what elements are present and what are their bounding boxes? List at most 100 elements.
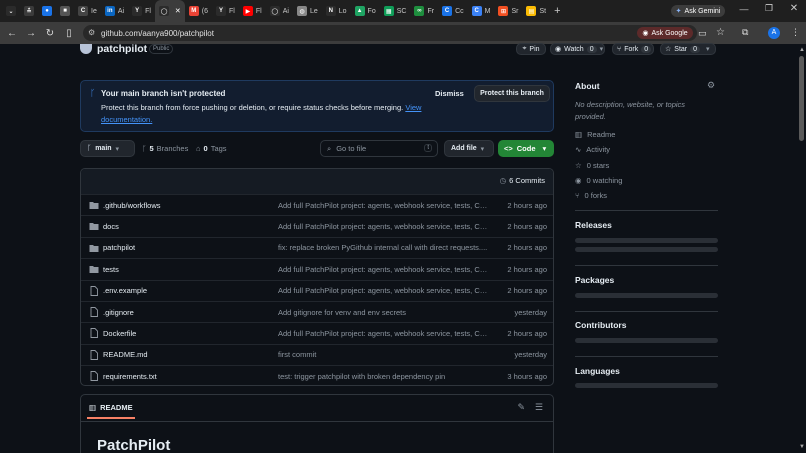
protect-branch-button[interactable]: Protect this branch xyxy=(474,85,550,102)
cast-icon[interactable]: ▭ xyxy=(698,28,707,39)
forks-link[interactable]: ⑂ 0 forks xyxy=(575,191,607,200)
stars-link[interactable]: ☆ 0 stars xyxy=(575,161,609,170)
browser-tab[interactable]: ◯ Ai xyxy=(266,0,293,22)
browser-tab[interactable]: Y Fl xyxy=(128,0,155,22)
browser-tab[interactable]: C Ie xyxy=(74,0,101,22)
file-name-link[interactable]: .env.example xyxy=(103,286,147,295)
browser-tab[interactable]: N Lo xyxy=(322,0,351,22)
browser-tab[interactable]: M (6 xyxy=(185,0,212,22)
browser-tab[interactable]: Y Fl xyxy=(212,0,239,22)
scroll-down-icon[interactable]: ▼ xyxy=(799,444,805,450)
scroll-up-icon[interactable]: ▲ xyxy=(799,47,805,53)
commits-link[interactable]: ◷ 6 Commits xyxy=(500,176,545,185)
readme-tab[interactable]: ▥ README xyxy=(89,403,133,412)
code-button[interactable]: <> Code ▾ xyxy=(498,140,554,157)
new-tab-button[interactable]: + xyxy=(550,0,564,22)
commit-message-link[interactable]: Add full PatchPilot project: agents, web… xyxy=(278,286,488,295)
readme-link[interactable]: ▥ Readme xyxy=(575,130,615,139)
page-scrollbar[interactable]: ▲ ▼ xyxy=(797,44,806,453)
browser-tab[interactable]: in Ai xyxy=(101,0,128,22)
file-name-link[interactable]: tests xyxy=(103,265,119,274)
table-row[interactable]: docs Add full PatchPilot project: agents,… xyxy=(81,215,553,236)
reload-icon[interactable]: ↻ xyxy=(42,25,58,41)
ask-gemini-button[interactable]: ✦ Ask Gemini xyxy=(671,5,725,17)
readme-heading: PatchPilot xyxy=(97,437,171,453)
browser-tab[interactable]: ◍ Le xyxy=(293,0,322,22)
browser-tab[interactable]: ● xyxy=(38,0,56,22)
forward-icon[interactable]: → xyxy=(23,25,39,41)
chevron-down-icon: ▾ xyxy=(115,145,120,153)
site-info-icon[interactable]: ⚙ xyxy=(88,28,95,37)
table-row[interactable]: Dockerfile Add full PatchPilot project: a… xyxy=(81,322,553,343)
commit-message-link[interactable]: fix: replace broken PyGithub internal ca… xyxy=(278,243,488,252)
dismiss-button[interactable]: Dismiss xyxy=(435,89,464,98)
address-bar[interactable]: ⚙ github.com/aanya900/patchpilot xyxy=(83,25,697,41)
file-name-link[interactable]: requirements.txt xyxy=(103,372,157,381)
releases-heading[interactable]: Releases xyxy=(575,220,612,230)
star-button[interactable]: ☆ Star 0 ▾ xyxy=(660,43,716,55)
file-name-link[interactable]: patchpilot xyxy=(103,243,135,252)
browser-tab[interactable]: ▤ St xyxy=(522,0,550,22)
browser-tab[interactable]: ⌄ xyxy=(2,0,20,22)
commit-message-link[interactable]: first commit xyxy=(278,350,488,359)
back-icon[interactable]: ← xyxy=(4,25,20,41)
close-tab-icon[interactable]: ✕ xyxy=(175,7,181,15)
commit-message-link[interactable]: Add full PatchPilot project: agents, web… xyxy=(278,329,488,338)
commit-message-link[interactable]: test: trigger patchpilot with broken dep… xyxy=(278,372,488,381)
browser-menu-icon[interactable]: ⋮ xyxy=(791,27,800,38)
watch-button[interactable]: ◉ Watch 0 ▾ xyxy=(550,43,605,55)
ask-google-button[interactable]: ◉ Ask Google xyxy=(637,27,693,39)
restore-icon[interactable]: ❐ xyxy=(762,3,776,17)
app-icon: ■ xyxy=(60,6,70,16)
branches-link[interactable]: ᚴ 5 Branches xyxy=(142,144,188,153)
file-name-link[interactable]: README.md xyxy=(103,350,148,359)
minimize-icon[interactable]: — xyxy=(737,4,751,18)
packages-heading[interactable]: Packages xyxy=(575,275,614,285)
repo-owner-avatar[interactable] xyxy=(80,44,92,54)
outline-list-icon[interactable]: ☰ xyxy=(535,402,543,413)
activity-link[interactable]: ∿ Activity xyxy=(575,145,610,154)
extensions-icon[interactable]: ⧉ xyxy=(742,27,748,38)
commit-message-link[interactable]: Add full PatchPilot project: agents, web… xyxy=(278,265,488,274)
browser-tab[interactable]: ▲ Fo xyxy=(351,0,380,22)
profile-avatar[interactable]: A xyxy=(768,27,780,39)
add-file-button[interactable]: Add file ▾ xyxy=(444,140,494,157)
contributors-heading[interactable]: Contributors xyxy=(575,320,626,330)
tags-link[interactable]: ⌂ 0 Tags xyxy=(196,144,227,153)
pin-button[interactable]: ⌖ Pin xyxy=(516,43,546,55)
table-row[interactable]: .github/workflows Add full PatchPilot pro… xyxy=(81,194,553,215)
file-name-link[interactable]: .gitignore xyxy=(103,308,134,317)
table-row[interactable]: patchpilot fix: replace broken PyGithub i… xyxy=(81,236,553,258)
browser-tab[interactable]: ∞ Fr xyxy=(410,0,438,22)
browser-tab[interactable]: CM xyxy=(468,0,495,22)
file-name-link[interactable]: docs xyxy=(103,222,119,231)
file-name-link[interactable]: Dockerfile xyxy=(103,329,136,338)
table-row[interactable]: README.md first commit yesterday xyxy=(81,343,553,365)
go-to-file-input[interactable]: ⌕ Go to file t xyxy=(320,140,438,157)
table-row[interactable]: .gitignore Add gitignore for venv and env… xyxy=(81,301,553,322)
browser-tab[interactable]: ≛ xyxy=(20,0,38,22)
browser-tab[interactable]: ◯ ✕ xyxy=(154,0,185,22)
branch-selector[interactable]: ᚴ main ▾ xyxy=(80,140,135,157)
table-row[interactable]: .env.example Add full PatchPilot project:… xyxy=(81,279,553,301)
commit-message-link[interactable]: Add full PatchPilot project: agents, web… xyxy=(278,201,488,210)
edit-pencil-icon[interactable]: ✎ xyxy=(517,402,525,413)
commit-message-link[interactable]: Add full PatchPilot project: agents, web… xyxy=(278,222,488,231)
commit-message-link[interactable]: Add gitignore for venv and env secrets xyxy=(278,308,488,317)
settings-gear-icon[interactable]: ⚙ xyxy=(707,80,715,91)
scrollbar-thumb[interactable] xyxy=(799,56,804,141)
repo-name[interactable]: patchpilot xyxy=(97,43,147,55)
close-window-icon[interactable]: ✕ xyxy=(787,3,801,17)
table-row[interactable]: requirements.txt test: trigger patchpilot… xyxy=(81,365,553,385)
table-row[interactable]: tests Add full PatchPilot project: agents… xyxy=(81,258,553,279)
fork-button[interactable]: ⑂ Fork 0 xyxy=(612,43,654,55)
browser-tab[interactable]: ⊞ Sr xyxy=(494,0,522,22)
file-name-link[interactable]: .github/workflows xyxy=(103,201,161,210)
browser-tab[interactable]: ■ xyxy=(56,0,74,22)
browser-tab[interactable]: C Cc xyxy=(438,0,468,22)
sidebar-toggle-icon[interactable]: ▯ xyxy=(61,25,77,41)
browser-tab[interactable]: ▶ Fl xyxy=(239,0,266,22)
browser-tab[interactable]: ▦ SC xyxy=(380,0,411,22)
watching-link[interactable]: ◉ 0 watching xyxy=(575,176,622,185)
bookmark-star-icon[interactable]: ☆ xyxy=(716,27,725,38)
